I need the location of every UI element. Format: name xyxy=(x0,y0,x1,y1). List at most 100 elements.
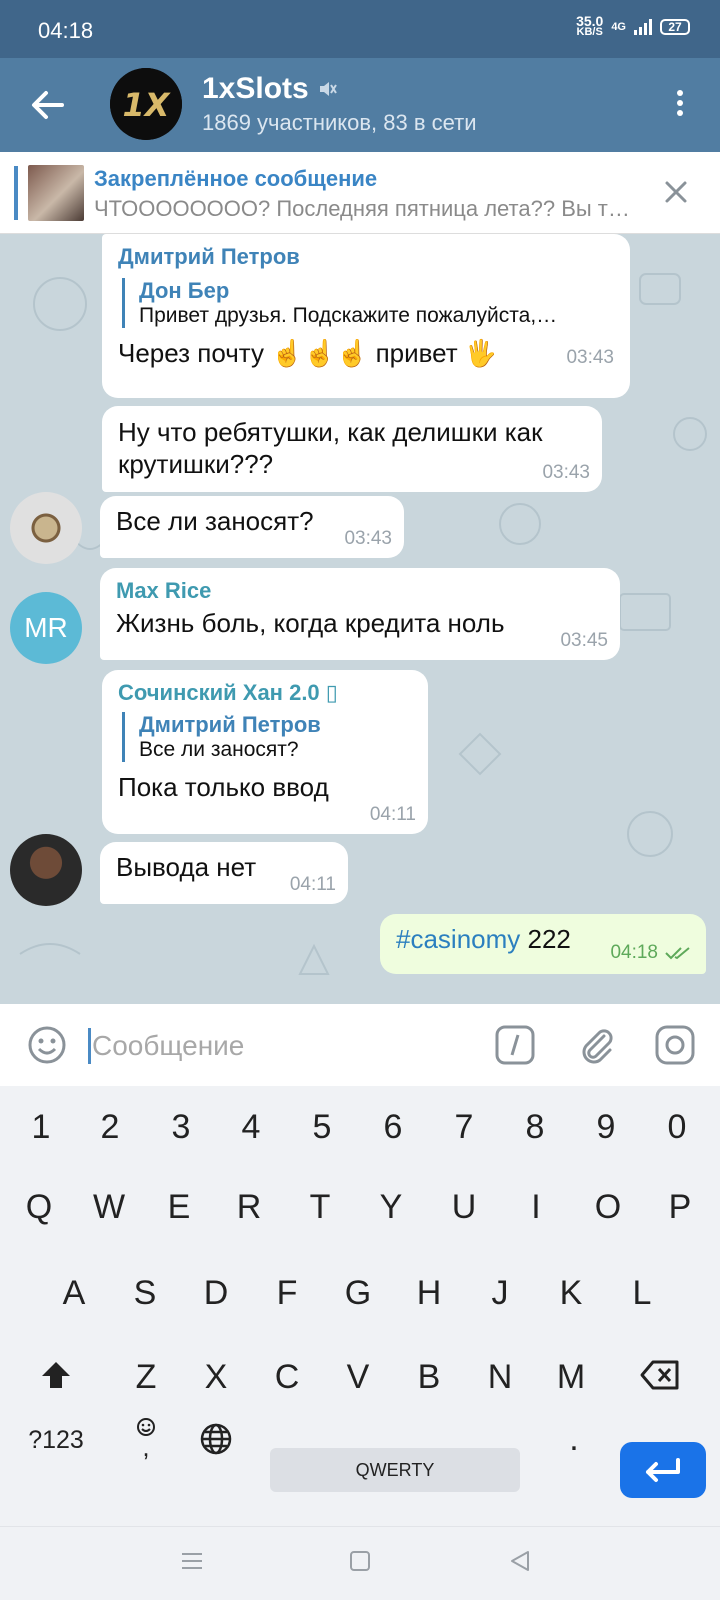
key-x[interactable]: X xyxy=(186,1358,246,1397)
key-f[interactable]: F xyxy=(257,1274,317,1313)
message-input[interactable]: Сообщение xyxy=(92,1030,244,1062)
user-avatar[interactable] xyxy=(10,492,82,564)
message-time: 03:45 xyxy=(560,630,608,651)
key-b[interactable]: B xyxy=(399,1358,459,1397)
shift-key[interactable] xyxy=(26,1358,86,1401)
message-bubble[interactable]: Вывода нет 04:11 xyxy=(100,842,348,904)
key-7[interactable]: 7 xyxy=(434,1108,494,1147)
key-4[interactable]: 4 xyxy=(221,1108,281,1147)
message-text: Вывода нет xyxy=(116,852,257,882)
back-nav-button[interactable] xyxy=(508,1549,532,1578)
key-s[interactable]: S xyxy=(115,1274,175,1313)
key-g[interactable]: G xyxy=(328,1274,388,1313)
message-sender[interactable]: Дмитрий Петров xyxy=(118,244,614,270)
key-v[interactable]: V xyxy=(328,1358,388,1397)
symbols-key[interactable]: ?123 xyxy=(24,1426,88,1455)
outgoing-message-bubble[interactable]: #casinomy 222 04:18 xyxy=(380,914,706,974)
message-text: Через почту ☝️☝️☝️ привет 🖐 xyxy=(118,338,498,368)
status-icons: 35.0 KB/S 4G 27 xyxy=(576,13,690,38)
chat-avatar[interactable]: 1X xyxy=(110,68,182,140)
signal-icon xyxy=(634,19,652,35)
key-0[interactable]: 0 xyxy=(647,1108,707,1147)
comma-label: , xyxy=(142,1432,150,1462)
key-9[interactable]: 9 xyxy=(576,1108,636,1147)
camera-button[interactable] xyxy=(654,1024,696,1066)
key-o[interactable]: O xyxy=(578,1188,638,1227)
key-m[interactable]: M xyxy=(541,1358,601,1397)
reply-text: Привет друзья. Подскажите пожалуйста,… xyxy=(139,304,558,327)
back-button[interactable] xyxy=(26,83,70,127)
key-3[interactable]: 3 xyxy=(151,1108,211,1147)
pinned-text: ЧТОООООООО? Последняя пятница лета?? Вы … xyxy=(94,196,630,221)
enter-key[interactable] xyxy=(620,1442,706,1498)
key-j[interactable]: J xyxy=(470,1274,530,1313)
key-2[interactable]: 2 xyxy=(80,1108,140,1147)
key-6[interactable]: 6 xyxy=(363,1108,423,1147)
key-t[interactable]: T xyxy=(290,1188,350,1227)
pinned-message[interactable]: Закреплённое сообщение ЧТОООООООО? После… xyxy=(0,152,720,234)
system-navigation-bar xyxy=(0,1526,720,1600)
smile-icon xyxy=(28,1026,66,1064)
message-bubble[interactable]: Ну что ребятушки, как делишки как крутиш… xyxy=(102,406,602,492)
battery-icon: 27 xyxy=(660,19,690,35)
close-pinned-button[interactable] xyxy=(662,178,690,206)
message-bubble[interactable]: Дмитрий Петров Дон Бер Привет друзья. По… xyxy=(102,234,630,398)
period-key[interactable]: . xyxy=(544,1420,604,1459)
key-1[interactable]: 1 xyxy=(11,1108,71,1147)
chat-header: 1X 1xSlots 1869 участников, 83 в сети xyxy=(0,58,720,152)
key-q[interactable]: Q xyxy=(9,1188,69,1227)
key-y[interactable]: Y xyxy=(361,1188,421,1227)
key-d[interactable]: D xyxy=(186,1274,246,1313)
emoji-comma-key[interactable]: , xyxy=(116,1416,176,1462)
key-5[interactable]: 5 xyxy=(292,1108,352,1147)
message-time: 03:43 xyxy=(566,347,614,368)
language-key[interactable] xyxy=(186,1422,246,1465)
reply-preview[interactable]: Дон Бер Привет друзья. Подскажите пожалу… xyxy=(122,278,614,328)
on-screen-keyboard: 1 2 3 4 5 6 7 8 9 0 Q W E R T Y U I O P … xyxy=(0,1086,720,1526)
reply-text: Все ли заносят? xyxy=(139,738,299,761)
shift-icon xyxy=(42,1362,70,1388)
message-bubble[interactable]: Сочинский Хан 2.0 ▯ Дмитрий Петров Все л… xyxy=(102,670,428,834)
key-a[interactable]: A xyxy=(44,1274,104,1313)
user-avatar[interactable]: MR xyxy=(10,592,82,664)
reply-preview[interactable]: Дмитрий Петров Все ли заносят? xyxy=(122,712,412,762)
key-i[interactable]: I xyxy=(506,1188,566,1227)
key-n[interactable]: N xyxy=(470,1358,530,1397)
message-sender[interactable]: Max Rice xyxy=(116,578,604,604)
message-time: 03:43 xyxy=(344,528,392,549)
pinned-title: Закреплённое сообщение xyxy=(94,166,378,191)
chat-title[interactable]: 1xSlots xyxy=(202,72,337,106)
more-menu-button[interactable] xyxy=(670,86,690,126)
backspace-key[interactable] xyxy=(630,1358,690,1401)
reply-sender: Дмитрий Петров xyxy=(139,712,321,737)
key-p[interactable]: P xyxy=(650,1188,710,1227)
logo-text: 1X xyxy=(123,86,171,124)
key-e[interactable]: E xyxy=(149,1188,209,1227)
key-r[interactable]: R xyxy=(219,1188,279,1227)
menu-lines-icon xyxy=(182,1553,202,1569)
key-8[interactable]: 8 xyxy=(505,1108,565,1147)
key-k[interactable]: K xyxy=(541,1274,601,1313)
message-bubble[interactable]: Max Rice Жизнь боль, когда кредита ноль … xyxy=(100,568,620,660)
key-h[interactable]: H xyxy=(399,1274,459,1313)
message-list[interactable]: Дмитрий Петров Дон Бер Привет друзья. По… xyxy=(0,234,720,1004)
triangle-back-icon xyxy=(511,1551,529,1571)
home-button[interactable] xyxy=(348,1549,372,1578)
key-l[interactable]: L xyxy=(612,1274,672,1313)
message-sender[interactable]: Сочинский Хан 2.0 ▯ xyxy=(118,680,412,706)
network-speed: 35.0 KB/S xyxy=(576,13,604,38)
number-row: 1 2 3 4 5 6 7 8 9 0 xyxy=(0,1088,720,1168)
emoji-button[interactable] xyxy=(26,1024,68,1066)
attach-button[interactable] xyxy=(576,1024,618,1066)
message-bubble[interactable]: Все ли заносят? 03:43 xyxy=(100,496,404,558)
key-w[interactable]: W xyxy=(79,1188,139,1227)
message-time: 04:11 xyxy=(289,874,336,895)
recents-button[interactable] xyxy=(180,1549,204,1578)
bot-commands-button[interactable] xyxy=(494,1024,536,1066)
key-c[interactable]: C xyxy=(257,1358,317,1397)
key-z[interactable]: Z xyxy=(116,1358,176,1397)
key-u[interactable]: U xyxy=(434,1188,494,1227)
space-bar[interactable]: QWERTY xyxy=(270,1448,520,1492)
hashtag-link[interactable]: #casinomy xyxy=(396,924,520,954)
user-avatar[interactable] xyxy=(10,834,82,906)
